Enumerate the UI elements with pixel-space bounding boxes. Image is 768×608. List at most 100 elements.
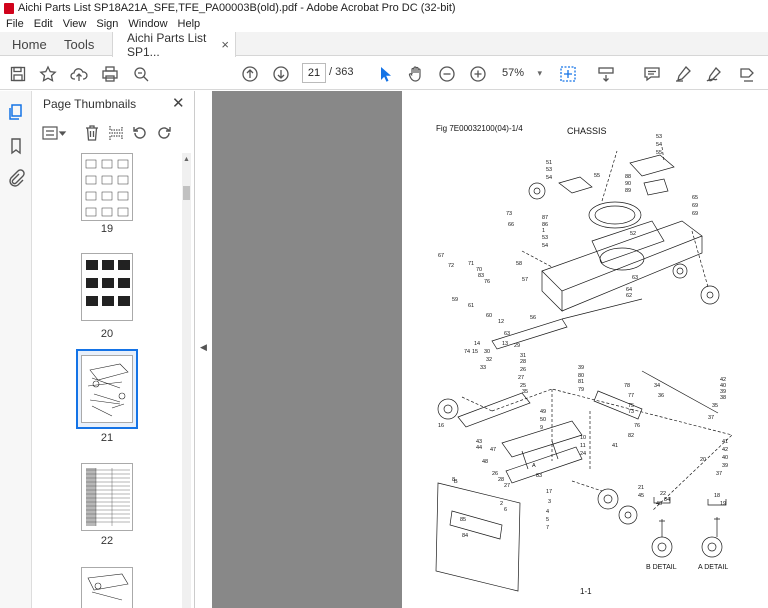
part-callout: 53: [546, 167, 552, 173]
part-callout: 54: [656, 142, 662, 148]
thumbnail-options-icon[interactable]: [41, 124, 67, 142]
sign-icon[interactable]: [704, 64, 724, 84]
part-callout: 85: [460, 517, 466, 523]
page-thumbnail[interactable]: [81, 153, 133, 221]
part-callout: 57: [522, 277, 528, 283]
rotate-clockwise-icon[interactable]: [155, 124, 173, 142]
menu-window[interactable]: Window: [128, 18, 167, 30]
page-total-label: / 363: [329, 66, 354, 78]
page-up-icon[interactable]: [240, 64, 260, 84]
scroll-mode-icon[interactable]: [596, 64, 616, 84]
save-icon[interactable]: [8, 64, 28, 84]
delete-page-icon[interactable]: [83, 124, 101, 142]
page-thumbnails-icon[interactable]: [7, 103, 25, 121]
title-bar: Aichi Parts List SP18A21A_SFE,TFE_PA0000…: [0, 0, 768, 16]
fit-page-icon[interactable]: [558, 64, 578, 84]
part-callout: 55: [594, 173, 600, 179]
collapse-panel-icon[interactable]: ◀: [200, 342, 207, 353]
select-cursor-icon[interactable]: [375, 64, 395, 84]
bookmark-star-icon[interactable]: [38, 64, 58, 84]
zoom-level-select[interactable]: 57% ▾: [498, 64, 546, 82]
menu-help[interactable]: Help: [178, 18, 201, 30]
menu-view[interactable]: View: [63, 18, 87, 30]
menu-sign[interactable]: Sign: [96, 18, 118, 30]
part-callout: 76: [484, 279, 490, 285]
detail-b-label: B DETAIL: [646, 564, 677, 571]
upload-cloud-icon[interactable]: [69, 64, 89, 84]
part-callout: 61: [468, 303, 474, 309]
comment-icon[interactable]: [642, 64, 662, 84]
thumbnail-label: 19: [100, 223, 114, 235]
zoom-out-icon[interactable]: [437, 64, 457, 84]
highlight-pen-icon[interactable]: [673, 64, 693, 84]
window-title: Aichi Parts List SP18A21A_SFE,TFE_PA0000…: [18, 2, 456, 14]
part-callout: 39: [578, 365, 584, 371]
print-icon[interactable]: [100, 64, 120, 84]
part-callout: 7: [546, 525, 549, 531]
page-number-input[interactable]: 21: [302, 63, 326, 83]
part-callout: 69: [692, 203, 698, 209]
part-callout: 37: [708, 415, 714, 421]
panel-close-icon[interactable]: ✕: [172, 94, 185, 112]
part-callout: 88: [625, 174, 631, 180]
detail-a-label: A DETAIL: [698, 564, 729, 571]
panel-toolbar: [32, 122, 195, 146]
part-callout: 20: [700, 457, 706, 463]
thumbnail-label: 20: [100, 328, 114, 340]
left-nav-rail: [0, 91, 32, 608]
part-callout: 55: [656, 150, 662, 156]
page-thumbnail-selected[interactable]: [81, 355, 133, 423]
panel-splitter[interactable]: ◀: [196, 91, 212, 608]
menu-edit[interactable]: Edit: [34, 18, 53, 30]
tab-tools[interactable]: Tools: [52, 32, 112, 56]
part-callout: 52: [630, 231, 636, 237]
part-callout: 27: [518, 375, 524, 381]
part-callout: 54: [542, 243, 548, 249]
page-thumbnail[interactable]: [81, 463, 133, 531]
part-callout: 26: [520, 367, 526, 373]
attachment-icon[interactable]: [7, 169, 25, 187]
part-callout: 21: [638, 485, 644, 491]
zoom-in-icon[interactable]: [468, 64, 488, 84]
part-callout: 5: [546, 517, 549, 523]
page-down-icon[interactable]: [271, 64, 291, 84]
part-callout: 27: [504, 483, 510, 489]
part-callout: 81: [578, 379, 584, 385]
hand-tool-icon[interactable]: [406, 64, 426, 84]
part-callout: 30: [484, 349, 490, 355]
thumbnail-label: 22: [100, 535, 114, 547]
chevron-down-icon: ▾: [537, 67, 542, 78]
menu-file[interactable]: File: [6, 18, 24, 30]
part-callout: 18: [714, 493, 720, 499]
tab-close-icon[interactable]: ×: [221, 37, 229, 52]
part-callout: 2: [500, 501, 503, 507]
scroll-up-icon[interactable]: ▲: [183, 156, 190, 163]
part-callout: 28: [520, 359, 526, 365]
part-callout: A: [532, 463, 536, 469]
tab-document[interactable]: Aichi Parts List SP1... ×: [112, 31, 236, 59]
page-thumbnail[interactable]: [81, 567, 133, 608]
page-thumbnails-panel: Page Thumbnails ✕ 19 20 21 22 ▲: [32, 91, 195, 608]
rotate-counterclockwise-icon[interactable]: [131, 124, 149, 142]
scrollbar-thumb[interactable]: [183, 186, 190, 200]
page-footer-number: 1-1: [580, 587, 592, 596]
part-callout: 87: [542, 215, 548, 221]
pdf-page[interactable]: Fig 7E00032100(04)-1/4 CHASSIS 53 54 55 …: [402, 91, 768, 608]
bookmark-icon[interactable]: [7, 137, 25, 155]
part-callout: 60: [486, 313, 492, 319]
part-callout: 4: [546, 509, 549, 515]
part-callout: 82: [628, 433, 634, 439]
page-thumbnail[interactable]: [81, 253, 133, 321]
part-callout: 73: [628, 409, 634, 415]
part-callout: 90: [625, 181, 631, 187]
part-callout: 13: [502, 341, 508, 347]
part-callout: 19: [720, 501, 726, 507]
thumbnail-scrollbar[interactable]: ▲: [182, 153, 191, 608]
tab-home[interactable]: Home: [0, 32, 52, 56]
part-callout: 51: [546, 160, 552, 166]
share-icon[interactable]: [737, 64, 757, 84]
part-callout: 41: [612, 443, 618, 449]
part-callout: 49: [540, 409, 546, 415]
zoom-search-icon[interactable]: [131, 64, 151, 84]
extract-page-icon[interactable]: [107, 124, 125, 142]
